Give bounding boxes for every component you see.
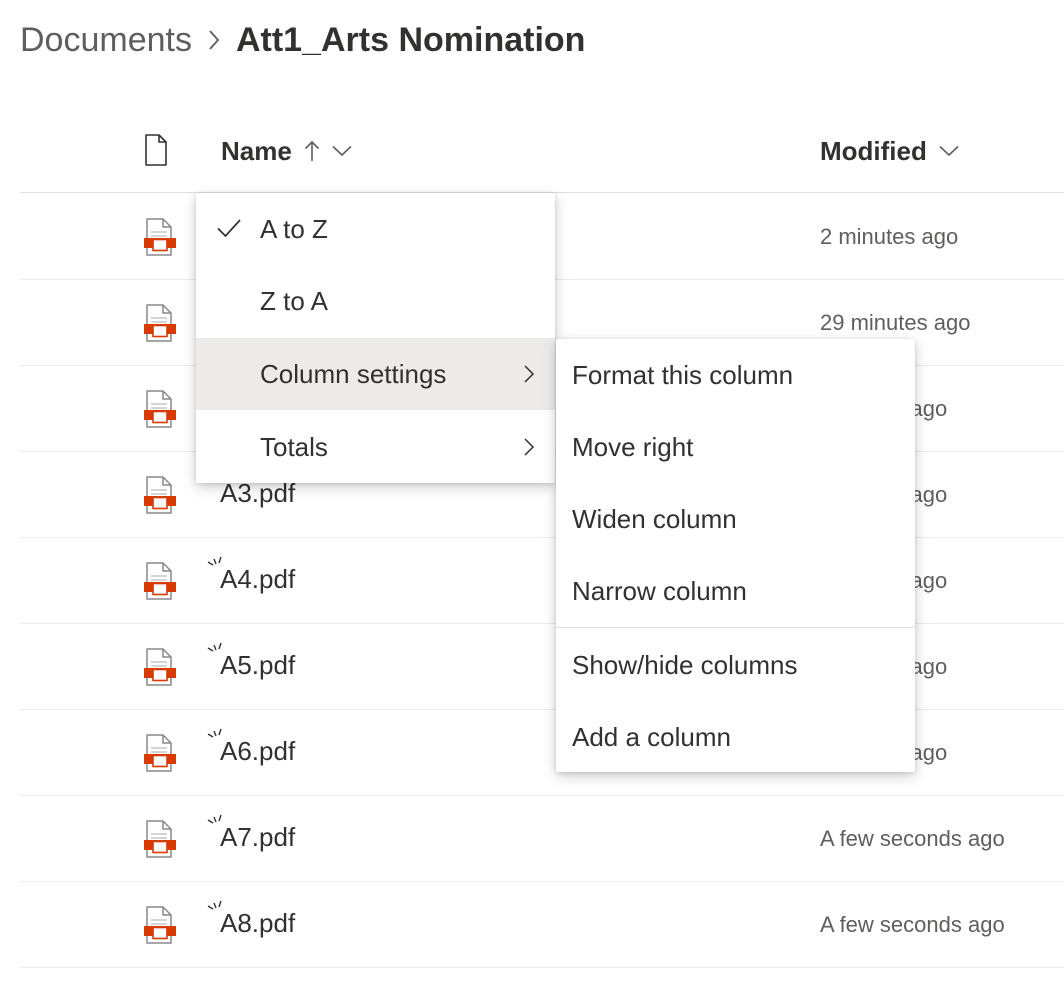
pdf-file-icon [144,562,176,600]
file-name-link[interactable]: A5.pdf [220,650,295,681]
list-header: Name Modified [20,110,1064,193]
sort-z-to-a-item[interactable]: Z to A [196,265,555,337]
checkmark-icon [217,219,241,238]
sort-ascending-icon [304,140,319,161]
sort-menu: A to Z Z to A Column settings Totals [196,193,555,483]
pdf-file-icon [144,304,176,342]
menu-item-label: Move right [572,431,694,462]
menu-item-label: A to Z [260,213,328,244]
breadcrumb-documents-link[interactable]: Documents [20,21,192,60]
widen-column-item[interactable]: Widen column [556,483,915,555]
sort-a-to-z-item[interactable]: A to Z [196,193,555,265]
chevron-down-icon[interactable] [939,145,959,157]
pdf-file-icon-wrap [142,304,178,347]
pdf-file-icon [144,734,176,772]
column-settings-submenu: Format this column Move right Widen colu… [556,339,915,772]
document-icon [145,134,167,166]
pdf-file-icon [144,476,176,514]
modified-column-label: Modified [820,135,927,166]
menu-item-label: Totals [260,431,328,462]
move-right-item[interactable]: Move right [556,411,915,483]
file-name-link[interactable]: A8.pdf [220,908,295,939]
pdf-file-icon [144,218,176,256]
chevron-down-icon[interactable] [332,145,352,157]
menu-item-label: Format this column [572,359,794,390]
file-name-link[interactable]: A6.pdf [220,736,295,767]
breadcrumb: Documents Att1_Arts Nomination [20,16,585,64]
chevron-right-icon [524,438,535,456]
file-name-link[interactable]: A4.pdf [220,564,295,595]
chevron-right-icon [192,16,236,64]
pdf-file-icon-wrap [142,734,178,777]
menu-item-label: Show/hide columns [572,649,798,680]
file-name-link[interactable]: A7.pdf [220,822,295,853]
pdf-file-icon [144,820,176,858]
chevron-right-icon [524,365,535,383]
menu-item-label: Narrow column [572,575,747,606]
pdf-file-icon-wrap [142,476,178,519]
pdf-file-icon [144,906,176,944]
narrow-column-item[interactable]: Narrow column [556,555,915,627]
modified-time: 29 minutes ago [820,310,971,335]
pdf-file-icon [144,648,176,686]
menu-item-label: Column settings [260,358,447,389]
pdf-file-icon-wrap [142,820,178,863]
modified-time: A few seconds ago [820,912,1005,937]
file-row[interactable]: A8.pdf A few seconds ago [20,882,1064,968]
file-row[interactable]: A7.pdf A few seconds ago [20,796,1064,882]
pdf-file-icon-wrap [142,218,178,261]
pdf-file-icon [144,390,176,428]
menu-item-label: Widen column [572,503,737,534]
file-type-column-header[interactable] [144,134,168,171]
add-a-column-item[interactable]: Add a column [556,701,915,773]
menu-item-label: Add a column [572,721,731,752]
modified-time: A few seconds ago [820,826,1005,851]
pdf-file-icon-wrap [142,906,178,949]
modified-time: 2 minutes ago [820,224,959,249]
show-hide-columns-item[interactable]: Show/hide columns [556,629,915,701]
menu-item-label: Z to A [260,285,328,316]
pdf-file-icon-wrap [142,562,178,605]
pdf-file-icon-wrap [142,390,178,433]
format-this-column-item[interactable]: Format this column [556,339,915,411]
pdf-file-icon-wrap [142,648,178,691]
page-title: Att1_Arts Nomination [235,20,586,59]
modified-column-header[interactable]: Modified [820,134,959,168]
menu-divider [556,627,915,628]
totals-item[interactable]: Totals [196,411,555,483]
name-column-label: Name [221,135,292,166]
name-column-header[interactable]: Name [221,134,352,168]
column-settings-item[interactable]: Column settings [196,338,555,410]
